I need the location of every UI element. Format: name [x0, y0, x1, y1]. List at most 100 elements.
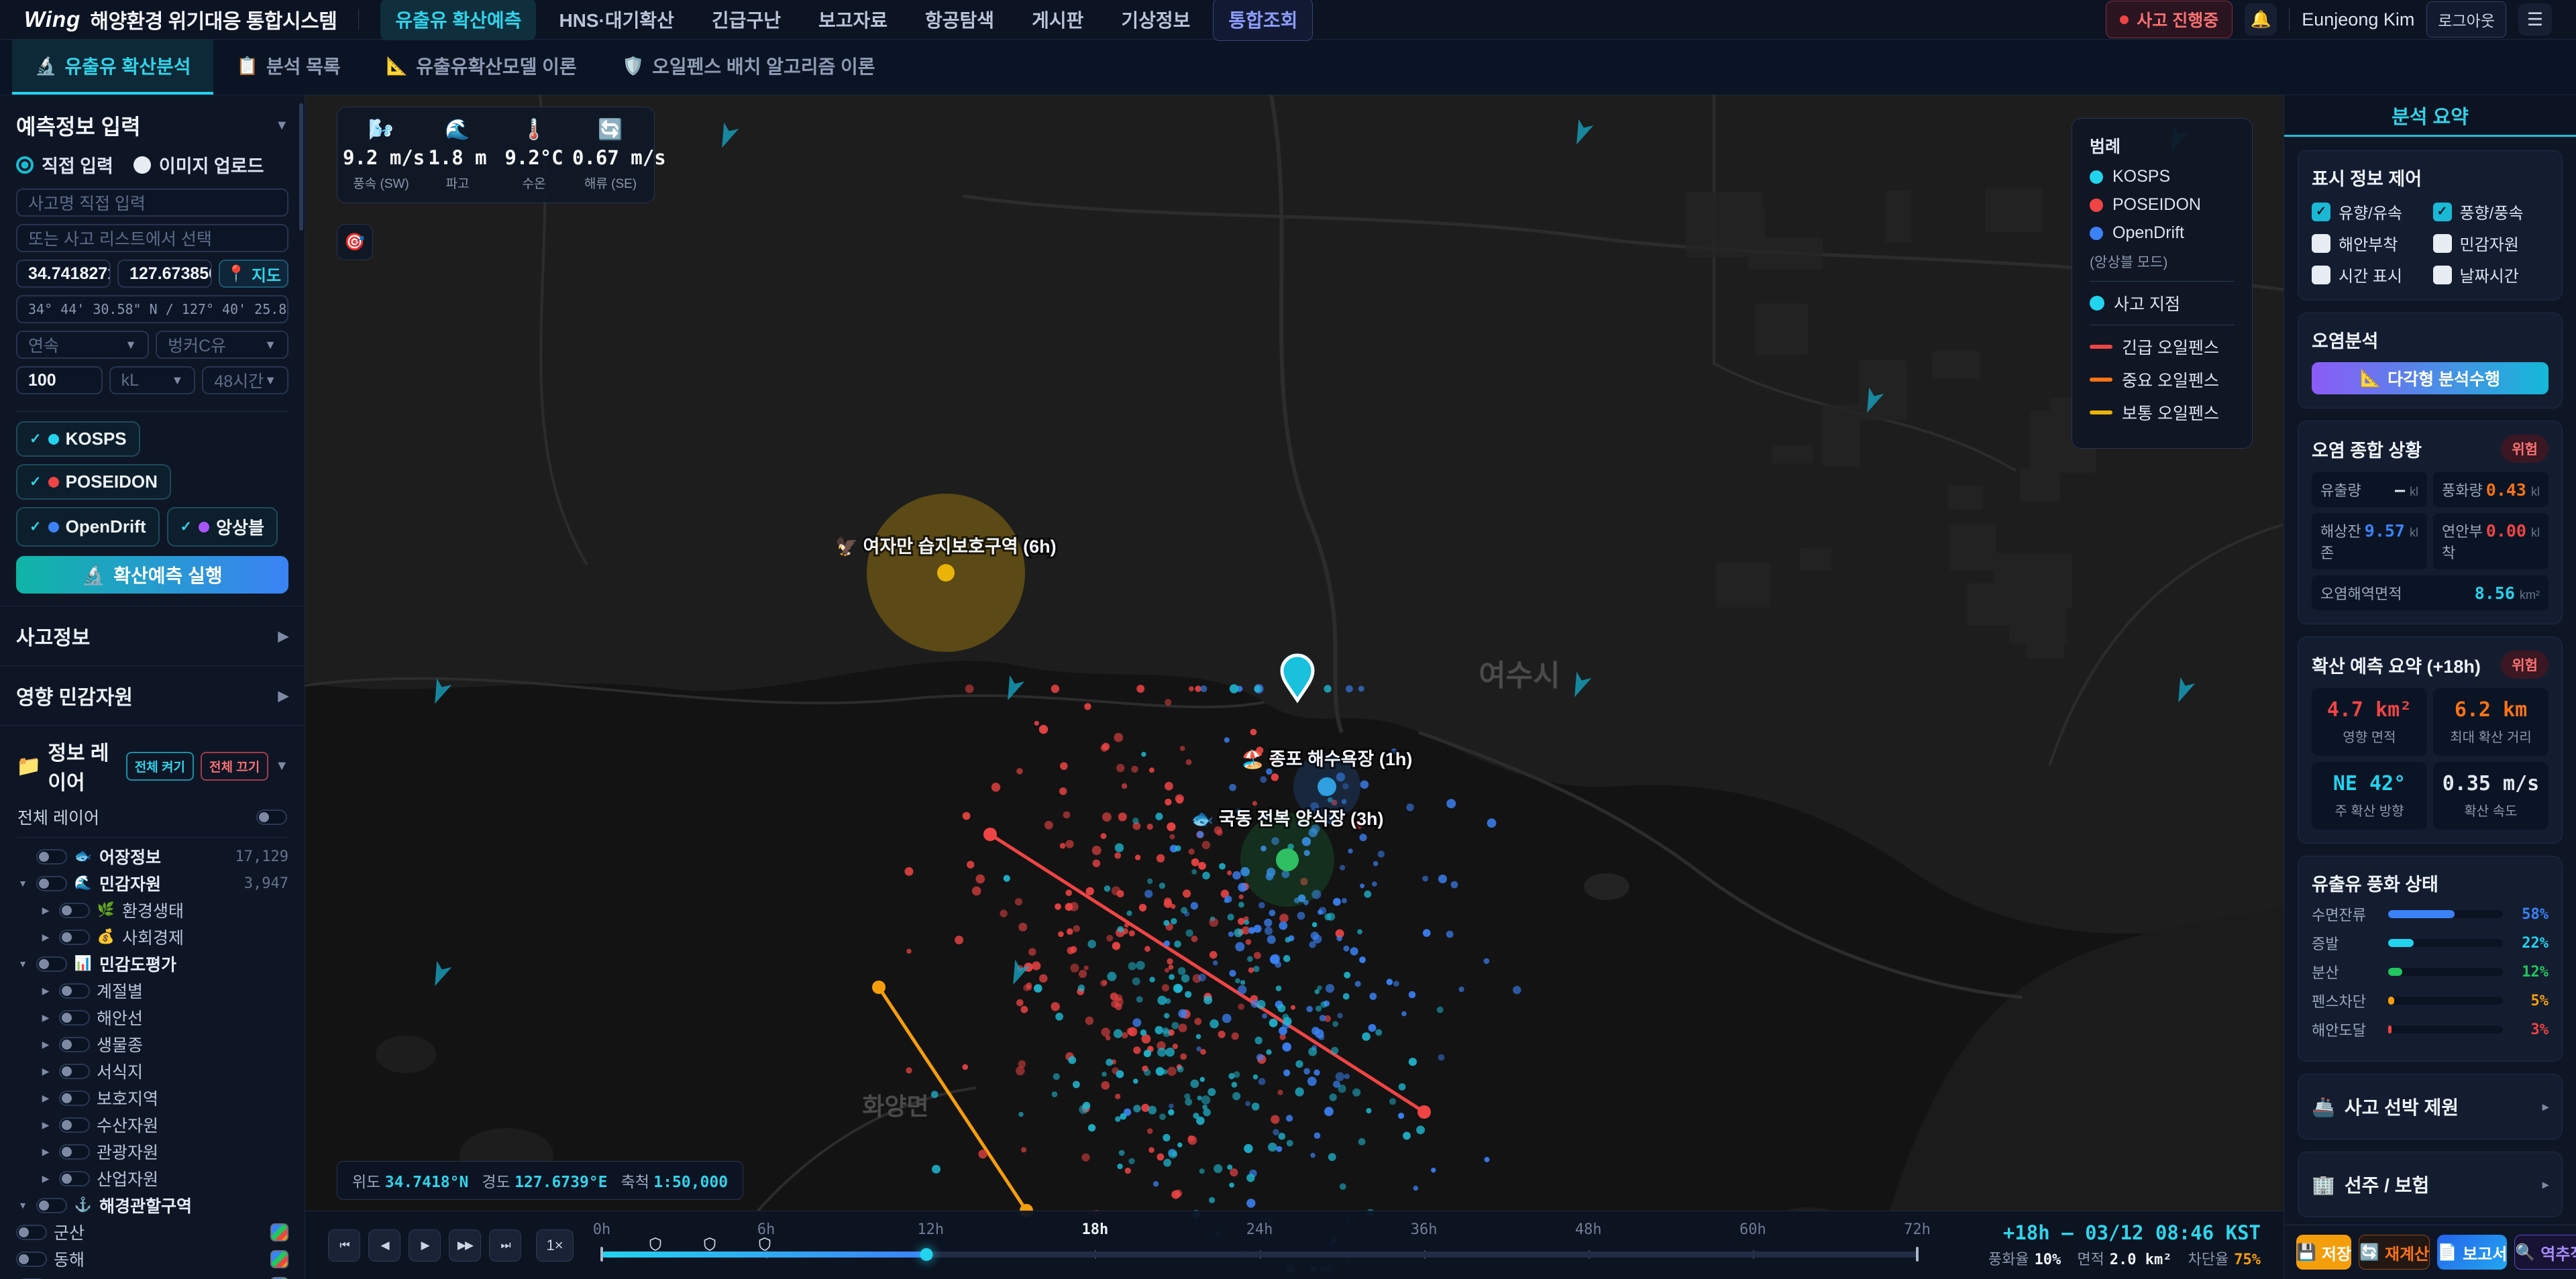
chevron-down-icon[interactable]: ▼	[16, 958, 30, 969]
chevron-right-icon[interactable]: ▶	[39, 905, 52, 916]
layer-style-swatch[interactable]	[270, 1223, 288, 1241]
play-button[interactable]: ▶	[409, 1229, 441, 1262]
layers-all-off-button[interactable]: 전체 끄기	[201, 751, 269, 781]
checkbox-checked-icon[interactable]: ✓	[2312, 202, 2330, 221]
vessel-spec-card[interactable]: 🚢 사고 선박 제원 ▸	[2298, 1074, 2563, 1139]
section-영향 민감자원[interactable]: 영향 민감자원 ▶	[0, 665, 305, 725]
layer-style-swatch[interactable]	[270, 1276, 288, 1279]
nav-item-기상정보[interactable]: 기상정보	[1106, 0, 1205, 40]
checkbox-icon[interactable]	[2312, 233, 2330, 253]
layer-toggle-군산[interactable]	[16, 1224, 47, 1240]
display-option-풍향/풍속[interactable]: ✓ 풍향/풍속	[2432, 200, 2549, 223]
checkbox-icon[interactable]	[2432, 265, 2452, 284]
layer-toggle-민감도평가[interactable]	[36, 956, 67, 972]
pick-on-map-button[interactable]: 📍 지도	[219, 260, 288, 288]
backtrack-button[interactable]: 🔍역추적	[2514, 1235, 2576, 1270]
model-chip-KOSPS[interactable]: ✓ KOSPS	[16, 421, 140, 457]
layer-toggle-보호지역[interactable]	[59, 1090, 90, 1106]
nav-item-보고자료[interactable]: 보고자료	[804, 0, 902, 40]
layer-toggle-생물종[interactable]	[59, 1036, 90, 1052]
display-option-유향/유속[interactable]: ✓ 유향/유속	[2312, 200, 2428, 223]
logout-button[interactable]: 로그아웃	[2426, 1, 2506, 38]
radio-image-upload[interactable]: 이미지 업로드	[133, 152, 264, 178]
timeline-handle[interactable]	[920, 1247, 933, 1261]
nav-item-게시판[interactable]: 게시판	[1017, 0, 1098, 40]
fast-forward-button[interactable]: ▶▶	[449, 1229, 481, 1262]
layer-toggle-수산자원[interactable]	[59, 1117, 90, 1133]
run-prediction-button[interactable]: 🔬 확산예측 실행	[16, 556, 288, 594]
skip-start-button[interactable]: ⏮	[328, 1229, 360, 1262]
layer-toggle-해경관할구역[interactable]	[36, 1197, 67, 1213]
chevron-right-icon[interactable]: ▶	[39, 1093, 52, 1104]
radio-direct-input[interactable]: 직접 입력	[16, 152, 113, 178]
tab-유출유확산모델 이론[interactable]: 📐 유출유확산모델 이론	[364, 40, 600, 95]
latitude-input[interactable]: 34.7418271295	[16, 260, 111, 288]
chevron-right-icon[interactable]: ▶	[39, 1066, 52, 1077]
display-option-날짜시간[interactable]: 날짜시간	[2432, 263, 2549, 286]
tab-유출유 확산분석[interactable]: 🔬 유출유 확산분석	[12, 40, 214, 95]
timeline-slider[interactable]: 0h 6h 12h 18h 24h 36h 48h 60h 72h	[593, 1221, 1931, 1270]
sidebar-scrollbar[interactable]	[299, 103, 303, 231]
layers-all-on-button[interactable]: 전체 켜기	[125, 751, 194, 781]
master-layer-toggle[interactable]	[256, 809, 287, 825]
polygon-analysis-button[interactable]: 📐 다각형 분석수행	[2312, 362, 2548, 394]
spill-mode-select[interactable]: 연속 ▼	[16, 331, 149, 359]
nav-item-항공탐색[interactable]: 항공탐색	[910, 0, 1009, 40]
duration-select[interactable]: 48시간 ▼	[202, 366, 289, 394]
nav-item-HNS·대기확산[interactable]: HNS·대기확산	[544, 0, 688, 40]
layer-toggle-환경생태[interactable]	[59, 902, 90, 918]
chevron-down-icon[interactable]: ▼	[16, 878, 30, 889]
layer-toggle-어장정보[interactable]	[36, 848, 67, 865]
amount-input[interactable]: 100	[16, 366, 103, 394]
chevron-right-icon[interactable]: ▶	[39, 985, 52, 997]
chevron-right-icon[interactable]: ▶	[39, 1039, 52, 1050]
incident-list-select[interactable]: 또는 사고 리스트에서 선택	[16, 224, 288, 252]
chevron-right-icon[interactable]: ▶	[39, 1012, 52, 1023]
nav-item-긴급구난[interactable]: 긴급구난	[697, 0, 796, 40]
display-option-시간 표시[interactable]: 시간 표시	[2312, 263, 2428, 286]
display-option-해안부착[interactable]: 해안부착	[2312, 231, 2428, 255]
chevron-right-icon[interactable]: ▶	[39, 1146, 52, 1158]
section-사고정보[interactable]: 사고정보 ▶	[0, 606, 305, 665]
nav-item-통합조회[interactable]: 통합조회	[1213, 0, 1313, 41]
layer-toggle-서식지[interactable]	[59, 1063, 90, 1079]
layer-toggle-산업자원[interactable]	[59, 1170, 90, 1186]
layer-toggle-민감자원[interactable]	[36, 875, 67, 891]
report-button[interactable]: 📄 보고서	[2437, 1235, 2508, 1270]
save-button[interactable]: 💾 저장	[2296, 1235, 2352, 1270]
chevron-down-icon[interactable]: ▼	[16, 1200, 30, 1211]
layer-toggle-동해[interactable]	[16, 1251, 47, 1267]
tab-오일펜스 배치 알고리즘 이론[interactable]: 🛡️ 오일펜스 배치 알고리즘 이론	[600, 40, 898, 95]
unit-select[interactable]: kL ▼	[109, 366, 196, 394]
checkbox-icon[interactable]	[2432, 233, 2452, 253]
incident-name-input[interactable]: 사고명 직접 입력	[16, 188, 288, 217]
predict-section-header[interactable]: 예측정보 입력 ▼	[16, 110, 288, 141]
tab-분석 목록[interactable]: 📋 분석 목록	[213, 40, 363, 95]
checkbox-icon[interactable]	[2312, 265, 2330, 284]
recenter-target-button[interactable]: 🎯	[337, 224, 373, 260]
model-chip-POSEIDON[interactable]: ✓ POSEIDON	[16, 464, 171, 500]
model-chip-앙상블[interactable]: ✓ 앙상블	[166, 507, 278, 547]
map-area[interactable]: 여수시 화양면 🏖️ 종포 해수욕장 (1h) 🐟 국동 전복 양식장 (3h) 🦅 여…	[305, 95, 2284, 1279]
hamburger-menu-button[interactable]: ☰	[2518, 3, 2552, 36]
nav-item-유출유 확산예측[interactable]: 유출유 확산예측	[380, 0, 537, 40]
chevron-right-icon[interactable]: ▶	[39, 1119, 52, 1131]
model-chip-OpenDrift[interactable]: ✓ OpenDrift	[16, 507, 160, 547]
chevron-right-icon[interactable]: ▶	[39, 1173, 52, 1184]
oil-type-select[interactable]: 벙커C유 ▼	[156, 331, 288, 359]
playback-speed-button[interactable]: 1×	[536, 1229, 574, 1262]
display-option-민감자원[interactable]: 민감자원	[2432, 231, 2549, 255]
chevron-right-icon[interactable]: ▶	[39, 932, 52, 943]
checkbox-checked-icon[interactable]: ✓	[2432, 202, 2452, 221]
insurance-card[interactable]: 🏢 선주 / 보험 ▸	[2298, 1152, 2563, 1217]
notifications-button[interactable]: 🔔	[2245, 3, 2277, 36]
layer-toggle-해안선[interactable]	[59, 1009, 90, 1025]
step-back-button[interactable]: ◀	[368, 1229, 400, 1262]
layer-style-swatch[interactable]	[270, 1249, 288, 1268]
skip-end-button[interactable]: ⏭	[489, 1229, 521, 1262]
layer-toggle-계절별[interactable]	[59, 983, 90, 999]
layer-toggle-관광자원[interactable]	[59, 1144, 90, 1160]
recalculate-button[interactable]: 🔄 재계산	[2359, 1235, 2430, 1270]
layer-toggle-사회경제[interactable]	[59, 929, 90, 945]
longitude-input[interactable]: 127.673856994	[117, 260, 212, 288]
